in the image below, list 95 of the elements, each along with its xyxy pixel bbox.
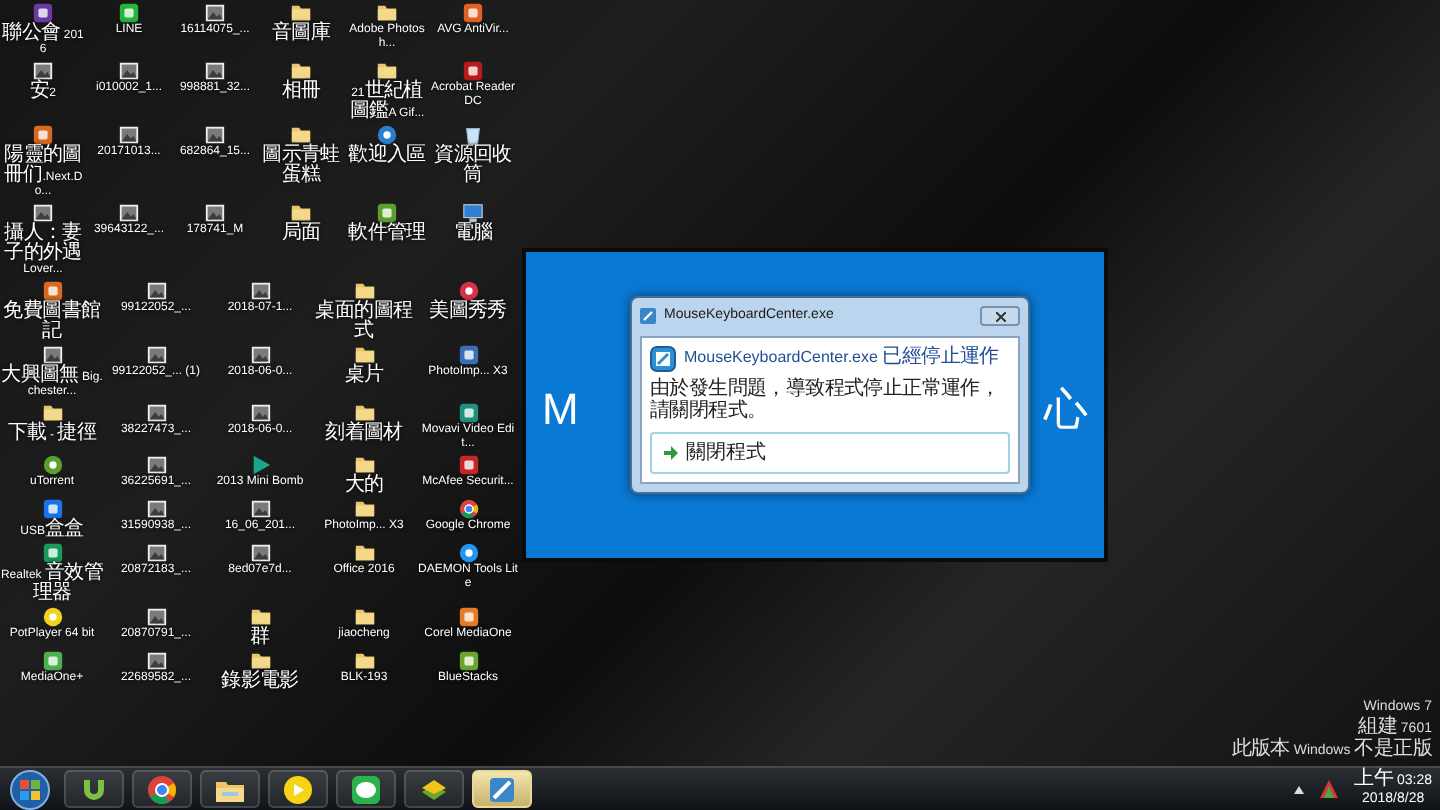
app-icon bbox=[32, 124, 54, 146]
image-icon bbox=[32, 60, 54, 82]
app-icon bbox=[457, 606, 479, 628]
folder-icon bbox=[353, 402, 375, 424]
image-icon bbox=[204, 124, 226, 146]
image-icon bbox=[249, 402, 271, 424]
image-icon bbox=[145, 344, 167, 366]
arrow-icon bbox=[664, 445, 678, 459]
image-icon bbox=[249, 498, 271, 520]
app-icon bbox=[457, 454, 479, 476]
app-icon bbox=[41, 454, 63, 476]
close-program-button[interactable]: 關閉程式 bbox=[650, 431, 1010, 473]
image-icon bbox=[145, 402, 167, 424]
desktop-icon-label[interactable]: 桌片 bbox=[344, 366, 384, 386]
desktop-icon-label[interactable]: 免費圖書館記 bbox=[0, 302, 104, 342]
image-icon bbox=[249, 280, 271, 302]
app-icon bbox=[41, 498, 63, 520]
app-icon bbox=[41, 280, 63, 302]
image-icon bbox=[249, 542, 271, 564]
folder-icon bbox=[353, 650, 375, 672]
folder-icon bbox=[249, 606, 271, 628]
desktop-icon-label[interactable]: 美圖秀秀 bbox=[429, 302, 507, 322]
app-icon bbox=[41, 650, 63, 672]
desktop-icon-label[interactable]: 刻着圖材 bbox=[325, 424, 403, 444]
image-icon bbox=[145, 498, 167, 520]
app-icon bbox=[462, 2, 484, 24]
folder-icon bbox=[249, 650, 271, 672]
app-icon bbox=[457, 542, 479, 564]
dialog-message: 由於發生問題，導致程式停止正常運作，請關閉程式。 bbox=[650, 379, 1002, 423]
image-icon bbox=[118, 202, 140, 224]
splash-title: 心 bbox=[1044, 388, 1088, 432]
play-icon bbox=[249, 454, 271, 476]
app-icon bbox=[457, 650, 479, 672]
close-button[interactable] bbox=[980, 306, 1020, 327]
app-icon bbox=[118, 2, 140, 24]
image-icon bbox=[204, 202, 226, 224]
chrome-icon bbox=[146, 773, 178, 805]
play-icon bbox=[282, 773, 314, 805]
app-icon bbox=[41, 606, 63, 628]
desktop-icon-label[interactable]: 桌面的圖程式 bbox=[312, 302, 416, 342]
image-icon bbox=[145, 606, 167, 628]
dialog-heading: MouseKeyboardCenter.exe 已經停止運作 bbox=[684, 345, 999, 367]
image-icon bbox=[145, 280, 167, 302]
desktop-icon-label[interactable]: 大的 bbox=[344, 476, 384, 496]
folder-icon bbox=[353, 542, 375, 564]
image-icon bbox=[145, 542, 167, 564]
monitor-icon bbox=[462, 202, 484, 224]
folder-icon bbox=[290, 124, 312, 146]
recycle-bin-icon bbox=[462, 124, 484, 146]
app-icon bbox=[376, 202, 398, 224]
desktop-icon-label[interactable]: 錄影電影 bbox=[221, 672, 299, 692]
image-icon bbox=[204, 60, 226, 82]
chrome-icon bbox=[457, 498, 479, 520]
folder-icon bbox=[353, 280, 375, 302]
folder-icon bbox=[353, 344, 375, 366]
desktop-icon-label[interactable]: 相冊 bbox=[281, 82, 321, 102]
app-icon bbox=[457, 402, 479, 424]
desktop-icon-label[interactable]: 音圖庫 bbox=[271, 24, 331, 44]
image-icon bbox=[249, 344, 271, 366]
image-icon bbox=[204, 2, 226, 24]
folder-icon bbox=[290, 60, 312, 82]
desktop-icon-label[interactable]: 電腦 bbox=[453, 224, 493, 244]
image-icon bbox=[118, 124, 140, 146]
app-icon bbox=[650, 345, 676, 371]
tray-arrow-icon[interactable] bbox=[1294, 785, 1305, 793]
app-icon bbox=[376, 124, 398, 146]
folder-icon bbox=[353, 454, 375, 476]
folder-icon bbox=[41, 402, 63, 424]
desktop-icon-label[interactable]: 局面 bbox=[281, 224, 321, 244]
start-button[interactable] bbox=[8, 767, 52, 810]
image-icon bbox=[118, 60, 140, 82]
app-icon bbox=[457, 344, 479, 366]
app-icon bbox=[640, 308, 656, 325]
image-icon bbox=[32, 202, 54, 224]
desktop-icon-label[interactable]: 資源回收筒 bbox=[430, 146, 516, 186]
folder-icon bbox=[353, 498, 375, 520]
folder-icon bbox=[376, 60, 398, 82]
windows-logo-icon bbox=[10, 770, 50, 810]
desktop-icon-label[interactable]: 圖示青蛙蛋糕 bbox=[258, 146, 344, 186]
splash-title: M bbox=[542, 388, 579, 432]
desktop-icon-label[interactable]: 軟件管理 bbox=[348, 224, 426, 244]
folder-icon bbox=[353, 606, 375, 628]
app-icon bbox=[462, 60, 484, 82]
image-icon bbox=[145, 650, 167, 672]
desktop-icon-label[interactable]: 歡迎入區 bbox=[348, 146, 426, 166]
image-icon bbox=[145, 454, 167, 476]
app-icon bbox=[486, 773, 518, 805]
app-icon bbox=[32, 2, 54, 24]
folder-icon bbox=[376, 2, 398, 24]
chat-icon bbox=[350, 773, 382, 805]
desktop-icon-label[interactable]: 群 bbox=[250, 628, 270, 648]
close-icon bbox=[995, 311, 1005, 322]
app-icon bbox=[41, 542, 63, 564]
image-icon bbox=[41, 344, 63, 366]
app-icon bbox=[457, 280, 479, 302]
